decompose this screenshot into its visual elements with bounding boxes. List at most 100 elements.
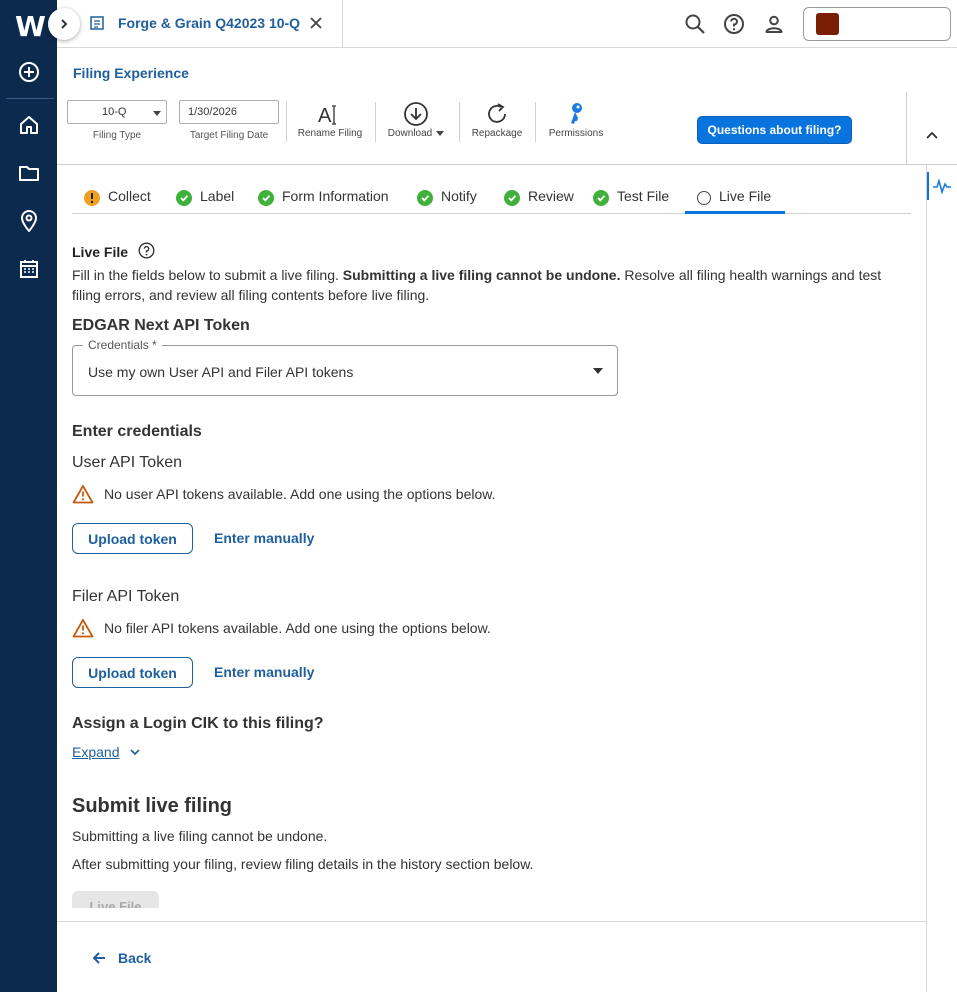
caret-down-icon xyxy=(153,111,161,116)
user-icon[interactable] xyxy=(762,12,786,36)
download-button[interactable]: Download xyxy=(386,100,446,144)
location-pin-icon[interactable] xyxy=(17,209,41,233)
filing-type-value: 10-Q xyxy=(102,106,127,118)
add-icon[interactable] xyxy=(17,60,41,84)
activity-pulse-icon[interactable] xyxy=(932,176,952,201)
caret-down-icon xyxy=(593,368,603,374)
submit-history-hint: After submitting your filing, review fil… xyxy=(72,856,534,872)
credentials-value: Use my own User API and Filer API tokens xyxy=(88,364,354,380)
empty-status-icon xyxy=(697,191,711,205)
step-label-tab[interactable]: Label xyxy=(176,188,234,214)
filing-type-select[interactable]: 10-Q xyxy=(67,100,167,124)
step-label: Form Information xyxy=(282,188,389,204)
login-cik-heading: Assign a Login CIK to this filing? xyxy=(72,715,324,732)
toolbar-divider xyxy=(459,102,460,142)
check-status-icon xyxy=(417,190,433,206)
toolbar-divider xyxy=(535,102,536,142)
filer-token-warning-text: No filer API tokens available. Add one u… xyxy=(104,620,491,636)
toolbar-divider xyxy=(906,92,907,164)
check-status-icon xyxy=(258,190,274,206)
warning-triangle-icon xyxy=(72,485,94,504)
org-switcher[interactable] xyxy=(803,7,951,41)
search-icon[interactable] xyxy=(683,12,707,36)
calendar-icon[interactable] xyxy=(17,257,41,281)
rename-text-icon: A xyxy=(317,100,343,128)
repackage-refresh-icon xyxy=(484,100,510,128)
step-notify[interactable]: Notify xyxy=(417,188,477,214)
workiva-logo[interactable]: W xyxy=(15,10,46,43)
document-tab[interactable]: Forge & Grain Q42023 10-Q xyxy=(57,0,343,48)
filing-type-label: Filing Type xyxy=(92,130,142,141)
side-panel-active-indicator xyxy=(927,172,929,200)
help-icon[interactable] xyxy=(722,12,746,36)
close-tab-icon[interactable] xyxy=(307,14,325,37)
filer-enter-manually-button[interactable]: Enter manually xyxy=(214,664,314,680)
home-icon[interactable] xyxy=(17,113,41,137)
edgar-token-heading: EDGAR Next API Token xyxy=(72,317,250,334)
filer-upload-token-button[interactable]: Upload token xyxy=(72,657,193,688)
download-label: Download xyxy=(387,128,433,139)
step-test-file[interactable]: Test File xyxy=(593,188,669,214)
credentials-select[interactable]: Credentials * Use my own User API and Fi… xyxy=(72,338,618,396)
toolbar-border xyxy=(57,164,957,165)
check-status-icon xyxy=(593,190,609,206)
submit-warning-text: Submitting a live filing cannot be undon… xyxy=(72,828,328,844)
repackage-button[interactable]: Repackage xyxy=(467,100,527,144)
download-icon xyxy=(403,100,429,128)
key-icon xyxy=(565,100,587,128)
warning-status-icon xyxy=(84,190,100,206)
chevron-right-icon xyxy=(61,19,68,29)
user-api-token-heading: User API Token xyxy=(72,454,182,471)
filer-api-token-heading: Filer API Token xyxy=(72,588,180,605)
credentials-label: Credentials * xyxy=(83,338,162,352)
permissions-label: Permissions xyxy=(548,128,604,139)
check-status-icon xyxy=(504,190,520,206)
footer-border xyxy=(57,921,927,922)
filing-experience-title: Filing Experience xyxy=(73,65,189,81)
live-file-intro: Fill in the fields below to submit a liv… xyxy=(72,265,912,305)
collapse-toolbar-icon[interactable] xyxy=(924,128,940,146)
document-title: Forge & Grain Q42023 10-Q xyxy=(118,15,301,31)
rename-filing-button[interactable]: A Rename Filing xyxy=(297,100,363,144)
expand-nav-button[interactable] xyxy=(48,8,80,40)
back-button[interactable]: Back xyxy=(92,950,151,966)
arrow-left-icon xyxy=(92,952,105,964)
live-file-button-label: Live File xyxy=(72,891,159,908)
target-date-value: 1/30/2026 xyxy=(188,106,237,118)
target-date-label: Target Filing Date xyxy=(189,130,269,141)
side-panel-border xyxy=(926,165,927,992)
document-icon xyxy=(89,15,105,36)
step-form-information[interactable]: Form Information xyxy=(258,188,389,214)
expand-link[interactable]: Expand xyxy=(72,744,141,760)
filer-token-warning: No filer API tokens available. Add one u… xyxy=(72,618,491,638)
repackage-label: Repackage xyxy=(471,128,523,139)
step-live-file[interactable]: Live File xyxy=(685,188,785,214)
back-label: Back xyxy=(118,950,152,966)
user-token-warning-text: No user API tokens available. Add one us… xyxy=(104,486,496,502)
check-status-icon xyxy=(176,190,192,206)
target-date-input[interactable]: 1/30/2026 xyxy=(179,100,279,124)
submit-live-filing-heading: Submit live filing xyxy=(72,795,233,817)
step-label: Test File xyxy=(617,188,670,204)
caret-down-icon xyxy=(436,131,445,136)
toolbar-divider xyxy=(375,102,376,142)
user-enter-manually-button[interactable]: Enter manually xyxy=(214,530,314,546)
help-circle-icon[interactable] xyxy=(138,242,155,262)
intro-text: Fill in the fields below to submit a liv… xyxy=(72,267,343,283)
questions-about-filing-button[interactable]: Questions about filing? xyxy=(697,116,852,144)
step-review[interactable]: Review xyxy=(504,188,574,214)
live-file-button[interactable]: Live File xyxy=(72,891,159,908)
chevron-down-icon xyxy=(130,749,141,756)
expand-label: Expand xyxy=(72,744,120,760)
org-logo xyxy=(816,13,839,35)
live-file-heading-text: Live File xyxy=(72,244,129,260)
left-nav-rail: W xyxy=(0,0,57,992)
user-upload-token-button[interactable]: Upload token xyxy=(72,523,193,554)
top-bar: Forge & Grain Q42023 10-Q xyxy=(57,0,957,48)
permissions-button[interactable]: Permissions xyxy=(545,100,607,144)
step-label: Notify xyxy=(441,188,477,204)
user-token-warning: No user API tokens available. Add one us… xyxy=(72,484,496,504)
step-collect[interactable]: Collect xyxy=(84,188,151,214)
folder-icon[interactable] xyxy=(17,161,41,185)
enter-credentials-heading: Enter credentials xyxy=(72,423,202,440)
